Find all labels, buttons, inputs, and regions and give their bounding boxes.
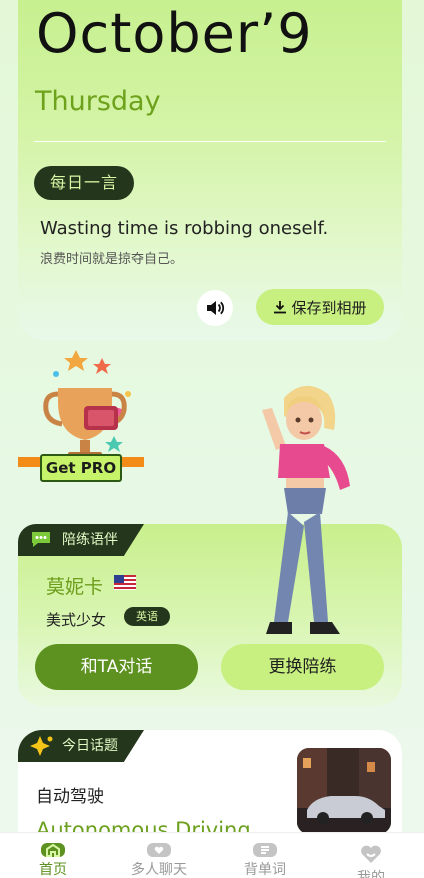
get-pro-banner[interactable]: Get PRO (18, 454, 144, 482)
weekday-label: Thursday (35, 86, 161, 117)
speaker-icon (207, 301, 225, 315)
topic-section-tag: 今日话题 (18, 730, 144, 762)
quote-english: Wasting time is robbing oneself. (40, 218, 329, 239)
tab-home[interactable]: 首页 (0, 833, 106, 878)
tutor-section-tag: 陪练语伴 (18, 524, 144, 556)
sparkle-icon (30, 736, 53, 756)
us-flag-icon (114, 575, 136, 590)
chat-bubble-icon (32, 532, 50, 547)
tab-vocabulary-label: 背单词 (244, 862, 286, 878)
switch-tutor-button[interactable]: 更换陪练 (221, 644, 384, 690)
car-image (297, 748, 391, 834)
tutor-description: 美式少女 (46, 611, 107, 629)
date-title: October’9 (36, 2, 313, 65)
tab-vocabulary[interactable]: 背单词 (212, 833, 318, 878)
language-badge: 英语 (124, 607, 170, 626)
tutor-name: 莫妮卡 (46, 576, 104, 598)
cards-icon (147, 843, 171, 857)
topic-chinese: 自动驾驶 (36, 787, 104, 807)
home-icon (41, 843, 65, 857)
chat-with-tutor-button[interactable]: 和TA对话 (35, 644, 198, 690)
save-to-album-label: 保存到相册 (291, 298, 367, 317)
book-icon (253, 843, 277, 857)
tutor-section-label: 陪练语伴 (62, 532, 118, 548)
topic-section-label: 今日话题 (62, 738, 118, 754)
bottom-tab-bar: 首页 多人聊天 背单词 我的 (0, 832, 424, 878)
divider (34, 141, 386, 142)
save-to-album-button[interactable]: 保存到相册 (256, 289, 384, 325)
tab-home-label: 首页 (39, 862, 67, 878)
tab-profile[interactable]: 我的 (318, 833, 424, 878)
tab-group-chat-label: 多人聊天 (131, 862, 187, 878)
tab-profile-label: 我的 (357, 870, 385, 878)
daily-card: October’9 Thursday 每日一言 Wasting time is … (18, 0, 402, 340)
get-pro-label: Get PRO (45, 459, 117, 477)
tab-group-chat[interactable]: 多人聊天 (106, 833, 212, 878)
play-audio-button[interactable] (197, 290, 233, 326)
heart-icon (359, 843, 383, 865)
daily-quote-badge: 每日一言 (34, 166, 134, 200)
tutor-avatar[interactable] (240, 380, 370, 644)
download-icon (274, 301, 287, 314)
quote-chinese: 浪费时间就是掠夺自己。 (40, 252, 184, 267)
